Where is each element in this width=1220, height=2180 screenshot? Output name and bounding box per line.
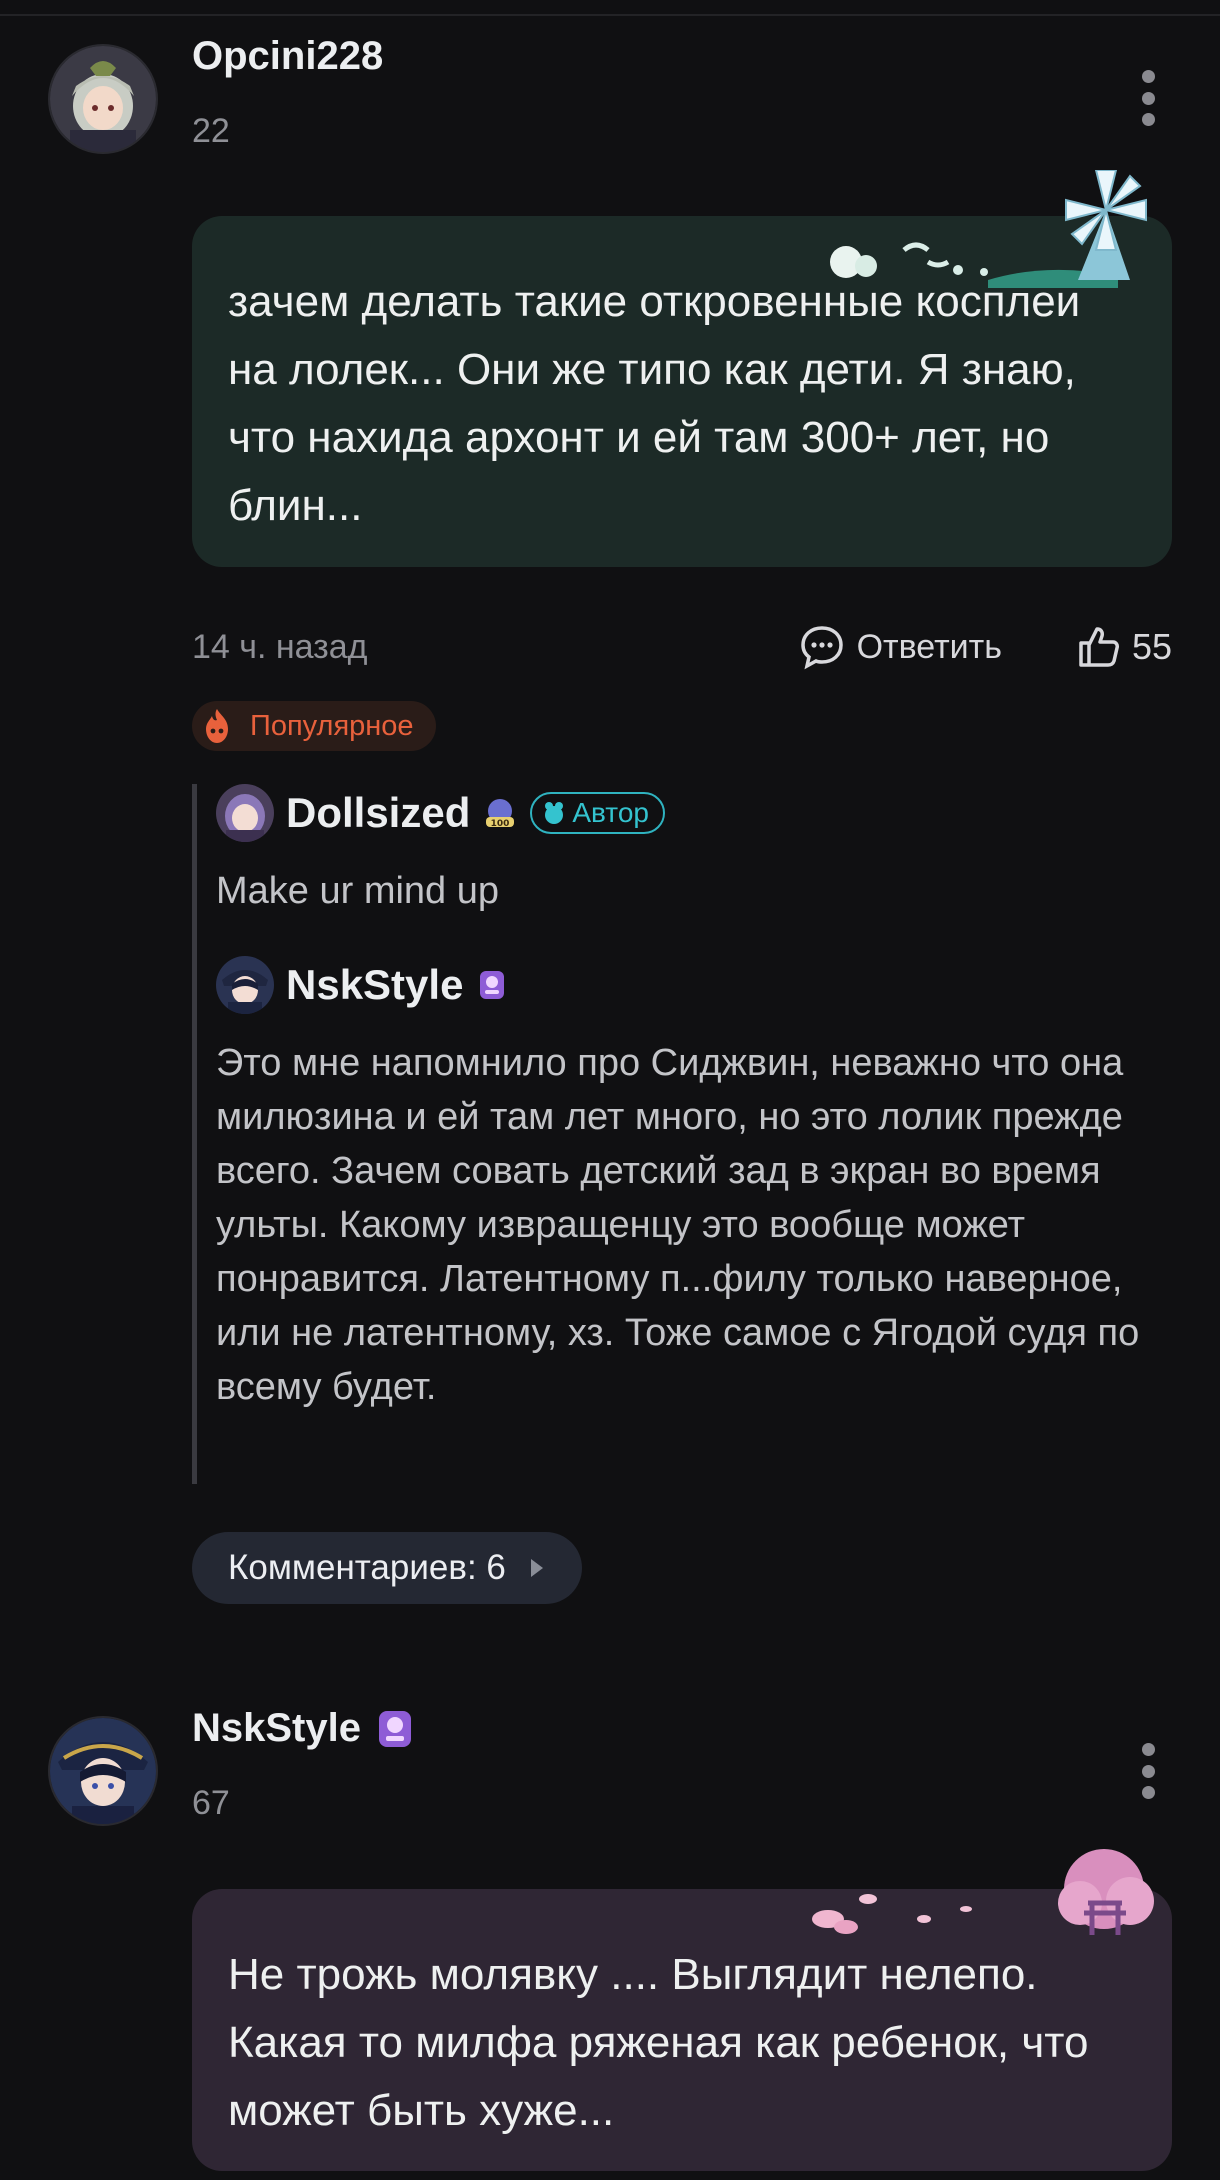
popular-label: Популярное [250,709,414,742]
reply-text: Make ur mind up [216,870,500,912]
reply-button[interactable]: Ответить [799,624,1002,670]
level-badge-icon: 100 [486,799,515,829]
comment-bubble: зачем делать такие откровенные косплеи н… [192,170,1172,567]
username[interactable]: Opcini228 [192,34,383,79]
avatar[interactable] [48,1716,158,1826]
avatar[interactable] [216,784,274,842]
username-text[interactable]: NskStyle [192,1706,361,1751]
like-count: 55 [1131,626,1172,667]
more-vertical-icon [1141,1743,1155,1756]
author-icon [545,802,564,824]
thumbs-up-icon [1079,627,1119,667]
author-badge: Автор [530,792,665,834]
reply-username[interactable]: NskStyle [286,961,463,1009]
reply-author-row: Dollsized 100 Автор [216,784,1172,842]
reply-label[interactable]: Ответить [857,628,1002,667]
avatar[interactable] [48,44,158,154]
user-badge-icon [480,971,505,999]
chevron-right-icon [530,1559,543,1577]
user-level: 22 [192,112,230,150]
reply-username[interactable]: Dollsized [286,789,470,837]
comment-text: зачем делать такие откровенные косплеи н… [228,277,1081,530]
divider [0,14,1220,16]
chat-bubble-icon [800,626,843,670]
comment-bubble: Не трожь молявку .... Выглядит нелепо. К… [192,1849,1172,2171]
avatar[interactable] [216,956,274,1014]
popular-badge: Популярное [192,701,436,751]
reply-author-row: NskStyle [216,956,1172,1014]
more-options-button[interactable] [1136,70,1160,126]
like-button[interactable]: 55 [1076,624,1172,670]
username[interactable]: NskStyle [192,1706,415,1751]
reply-thread: Dollsized 100 Автор Make ur mind up NskS… [192,784,1172,1484]
comment-text: Не трожь молявку .... Выглядит нелепо. К… [228,1950,1089,2135]
sakura-decoration [812,1849,1154,1935]
user-badge-icon [378,1710,411,1747]
user-level: 67 [192,1784,230,1822]
more-vertical-icon [1141,70,1155,83]
replies-count-label[interactable]: Комментариев: 6 [228,1548,506,1588]
more-options-button[interactable] [1136,1743,1160,1799]
comments-page: Opcini228 22 зачем делать такие откровен… [0,0,1220,2180]
comment-actions: 14 ч. назад Ответить 55 [192,622,1172,672]
flower-windmill-decoration [830,170,1147,288]
fire-icon [206,709,228,743]
reply-text: Это мне напомнило про Сиджвин, неважно ч… [216,1042,1140,1408]
view-replies-button[interactable]: Комментариев: 6 [192,1532,582,1604]
svg-text:100: 100 [491,819,510,829]
username-text[interactable]: Opcini228 [192,34,383,79]
comment-time: 14 ч. назад [192,627,368,666]
